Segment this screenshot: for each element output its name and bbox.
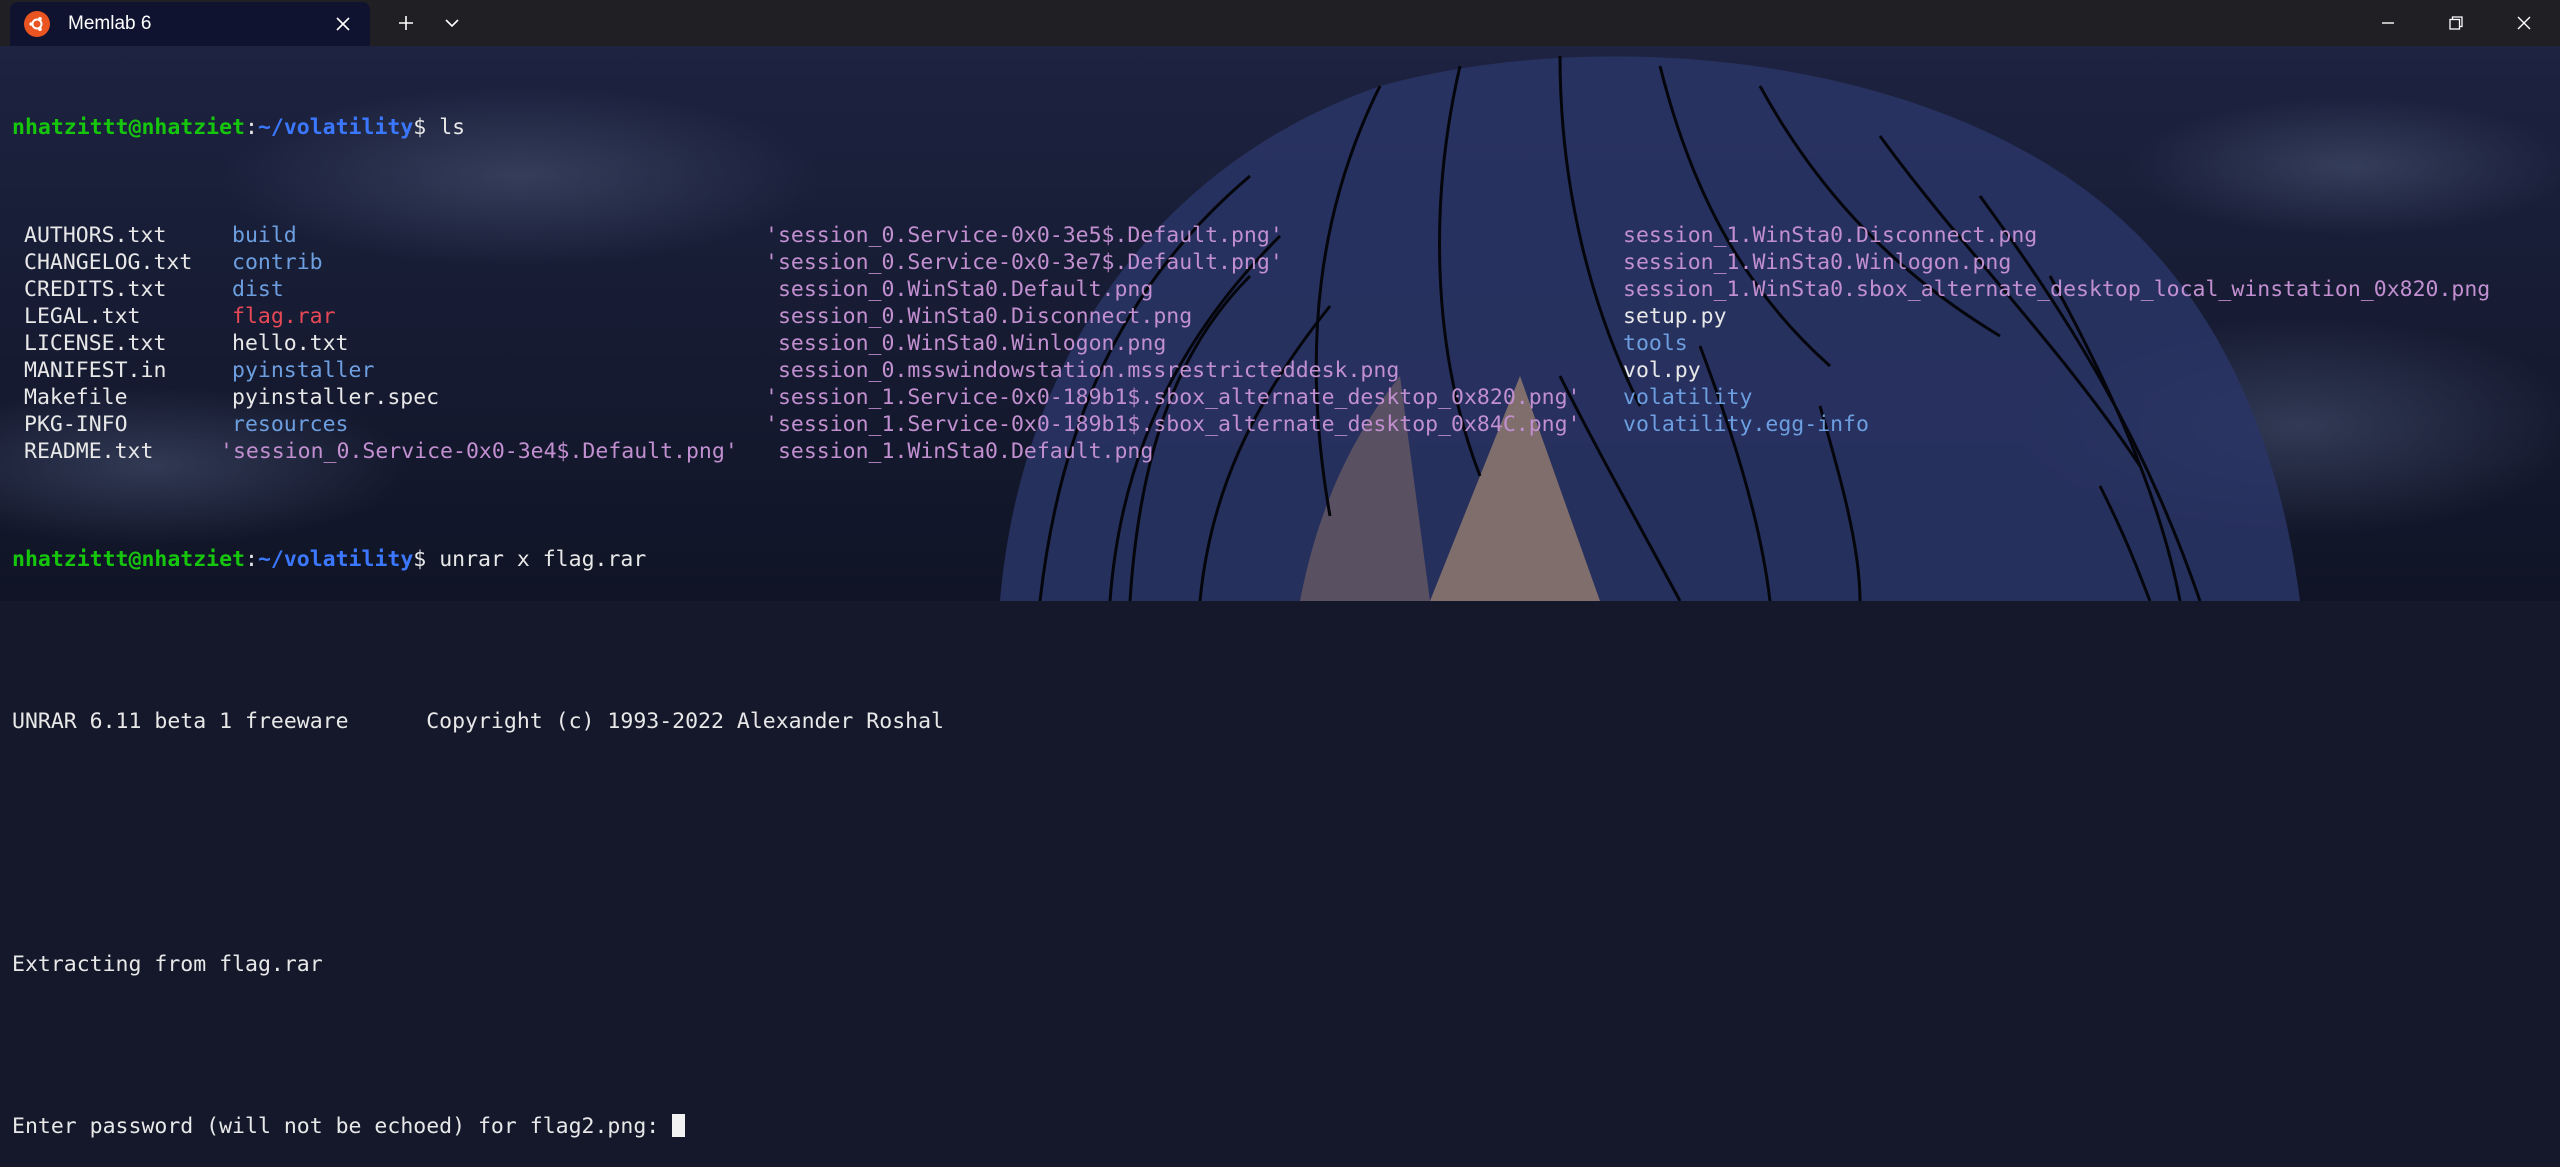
ls-entry: pyinstaller.spec xyxy=(232,385,440,410)
ls-entry: volatility.egg-info xyxy=(1623,412,1869,437)
ls-entry: build xyxy=(232,223,297,248)
ls-entry: 'session_0.Service-0x0-3e4$.Default.png' xyxy=(220,439,738,464)
ls-entry: pyinstaller xyxy=(232,358,375,383)
terminal-output[interactable]: nhatzittt@nhatziet:~/volatility$ ls AUTH… xyxy=(12,60,2552,1167)
ls-entry: LEGAL.txt xyxy=(24,304,141,329)
ls-entry: 'session_0.Service-0x0-3e7$.Default.png' xyxy=(765,250,1283,275)
ls-entry: vol.py xyxy=(1623,358,1701,383)
ls-entry: Makefile xyxy=(24,385,128,410)
ls-entry: flag.rar xyxy=(232,304,336,329)
ls-entry: README.txt xyxy=(24,439,154,464)
command-text: unrar x flag.rar xyxy=(439,547,647,572)
ls-entry: volatility xyxy=(1623,385,1753,410)
password-prompt: Enter password (will not be echoed) for … xyxy=(12,1114,673,1139)
ls-entry: MANIFEST.in xyxy=(24,358,167,383)
ls-entry: session_1.WinSta0.Disconnect.png xyxy=(1623,223,2038,248)
ls-entry: setup.py xyxy=(1623,304,1727,329)
ls-entry: CREDITS.txt xyxy=(24,277,167,302)
ls-entry: resources xyxy=(232,412,349,437)
text-cursor xyxy=(672,1114,686,1137)
ls-entry: CHANGELOG.txt xyxy=(24,250,193,275)
tab-memlab-6[interactable]: Memlab 6 xyxy=(10,2,370,46)
prompt-path: ~/volatility xyxy=(257,547,414,572)
tab-title: Memlab 6 xyxy=(68,13,152,34)
minimize-icon[interactable] xyxy=(2356,0,2420,46)
ls-entry: session_0.msswindowstation.mssrestricted… xyxy=(765,358,1400,383)
ls-entry: AUTHORS.txt xyxy=(24,223,167,248)
prompt-user-host: nhatzittt@nhatziet xyxy=(12,547,245,572)
ls-entry: dist xyxy=(232,277,284,302)
prompt-line-ls: nhatzittt@nhatziet:~/volatility$ ls xyxy=(12,115,466,140)
ls-entry: contrib xyxy=(232,250,323,275)
ls-entry: 'session_1.Service-0x0-189b1$.sbox_alter… xyxy=(765,385,1581,410)
extracting-line: Extracting from flag.rar xyxy=(12,952,323,977)
new-tab-icon[interactable] xyxy=(392,9,420,37)
prompt-line-unrar: nhatzittt@nhatziet:~/volatility$ unrar x… xyxy=(12,547,647,572)
ubuntu-icon xyxy=(24,11,50,37)
ls-listing: AUTHORS.txt CHANGELOG.txt CREDITS.txt LEGAL… xyxy=(12,222,2552,465)
ls-entry: session_0.WinSta0.Default.png xyxy=(765,277,1154,302)
ls-entry: 'session_0.Service-0x0-3e5$.Default.png' xyxy=(765,223,1283,248)
ls-entry: session_0.WinSta0.Winlogon.png xyxy=(765,331,1167,356)
close-window-icon[interactable] xyxy=(2492,0,2556,46)
ls-entry: session_1.WinSta0.sbox_alternate_desktop… xyxy=(1623,277,2491,302)
ls-entry: session_1.WinSta0.Winlogon.png xyxy=(1623,250,2012,275)
ls-entry: 'session_1.Service-0x0-189b1$.sbox_alter… xyxy=(765,412,1581,437)
password-prompt-line[interactable]: Enter password (will not be echoed) for … xyxy=(12,1113,2552,1140)
command-text: ls xyxy=(439,115,466,140)
ls-entry: session_1.WinSta0.Default.png xyxy=(765,439,1154,464)
ls-entry: hello.txt xyxy=(232,331,349,356)
ls-entry: LICENSE.txt xyxy=(24,331,167,356)
restore-icon[interactable] xyxy=(2424,0,2488,46)
chevron-down-icon[interactable] xyxy=(438,9,466,37)
close-tab-icon[interactable] xyxy=(330,11,356,37)
prompt-user-host: nhatzittt@nhatziet xyxy=(12,115,245,140)
ls-entry: PKG-INFO xyxy=(24,412,128,437)
prompt-path: ~/volatility xyxy=(257,115,414,140)
unrar-banner: UNRAR 6.11 beta 1 freeware Copyright (c)… xyxy=(12,709,944,734)
ls-entry: session_0.WinSta0.Disconnect.png xyxy=(765,304,1193,329)
window-titlebar: Memlab 6 xyxy=(0,0,2560,46)
ls-entry: tools xyxy=(1623,331,1688,356)
